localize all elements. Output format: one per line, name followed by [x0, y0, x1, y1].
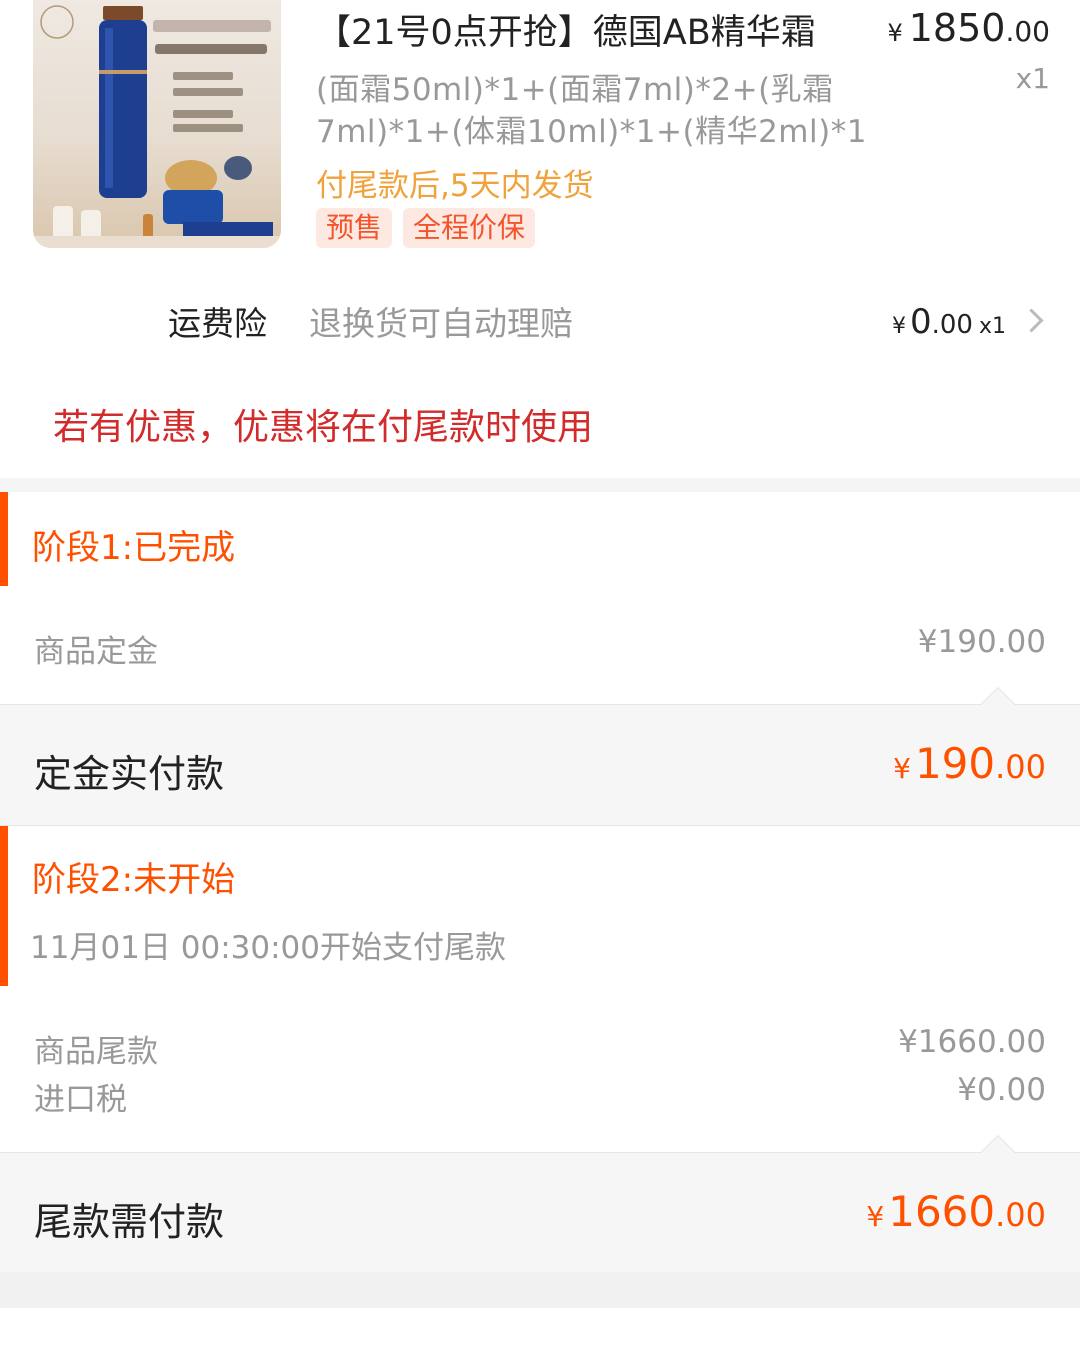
shipping-note: 付尾款后,5天内发货: [316, 168, 594, 204]
tag-presale: 预售: [316, 208, 393, 248]
amount-decimal: .00: [995, 748, 1046, 786]
import-tax-value: ¥0.00: [957, 1072, 1046, 1108]
balance-due-amount: ¥1660.00: [866, 1187, 1046, 1236]
stage2-accent-bar: [0, 826, 8, 986]
notch-pointer: [980, 1135, 1016, 1153]
balance-value: ¥1660.00: [898, 1024, 1046, 1060]
shipping-insurance-row[interactable]: 运费险 退换货可自动理赔 ¥0.00 x1: [0, 270, 1080, 370]
product-quantity: x1: [1015, 62, 1050, 95]
currency-symbol: ¥: [887, 19, 903, 47]
stage1-title: 阶段1:已完成: [32, 528, 236, 568]
bottom-divider: [0, 1272, 1080, 1308]
amount-integer: 190: [914, 739, 996, 788]
amount-integer: 1660: [888, 1187, 996, 1236]
stage1-accent-bar: [0, 492, 8, 586]
deposit-paid-label: 定金实付款: [34, 752, 225, 796]
insurance-price: ¥0.00 x1: [892, 302, 1006, 342]
currency-symbol: ¥: [891, 314, 906, 339]
insurance-description: 退换货可自动理赔: [309, 304, 573, 343]
section-divider: [0, 478, 1080, 492]
price-integer: 0: [909, 302, 932, 342]
stage2-title: 阶段2:未开始: [32, 860, 236, 900]
amount-decimal: .00: [995, 1196, 1046, 1234]
product-spec-line-1: (面霜50ml)*1+(面霜7ml)*2+(乳霜: [316, 72, 834, 108]
import-tax-label: 进口税: [34, 1082, 127, 1118]
product-title[interactable]: 【21号0点开抢】德国AB精华霜: [316, 4, 816, 55]
chevron-right-icon: [1019, 308, 1044, 333]
insurance-label: 运费险: [168, 304, 267, 343]
currency-symbol: ¥: [866, 1200, 885, 1233]
deposit-value: ¥190.00: [917, 624, 1046, 660]
deposit-label: 商品定金: [34, 634, 158, 670]
product-spec-line-2: 7ml)*1+(体霜10ml)*1+(精华2ml)*1: [316, 114, 867, 150]
insurance-quantity: x1: [978, 314, 1006, 339]
balance-start-time: 11月01日 00:30:00开始支付尾款: [30, 930, 506, 966]
deposit-paid-box: 定金实付款 ¥190.00: [0, 687, 1080, 826]
discount-notice: 若有优惠，优惠将在付尾款时使用: [53, 407, 594, 448]
product-price: ¥1850.00: [887, 6, 1050, 50]
price-decimal: .00: [1005, 15, 1050, 48]
deposit-paid-amount: ¥190.00: [893, 739, 1046, 788]
product-image[interactable]: [33, 0, 281, 248]
price-decimal: .00: [931, 310, 973, 340]
notch-pointer: [980, 687, 1016, 705]
balance-due-box: 尾款需付款 ¥1660.00: [0, 1135, 1080, 1274]
balance-label: 商品尾款: [34, 1034, 158, 1070]
currency-symbol: ¥: [893, 752, 911, 785]
balance-due-label: 尾款需付款: [34, 1200, 225, 1244]
tag-price-protection: 全程价保: [403, 208, 536, 248]
price-integer: 1850: [908, 6, 1006, 50]
